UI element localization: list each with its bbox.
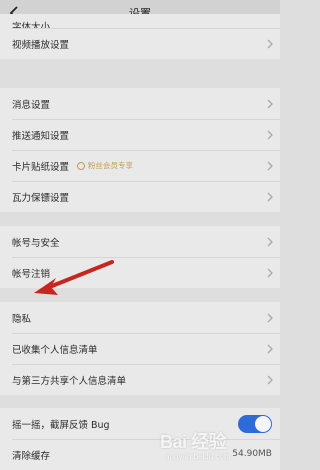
chevron-right-icon xyxy=(267,375,273,384)
settings-row-collected-info[interactable]: 已收集个人信息清单 xyxy=(0,333,280,364)
row-label: 视频播放设置 xyxy=(12,39,70,51)
watermark-url: jingyan.baidu.com xyxy=(166,452,231,461)
settings-row-account-cancel[interactable]: 帐号注销 xyxy=(0,257,280,288)
chevron-right-icon xyxy=(267,130,273,139)
watermark-brand: Bai 经验 xyxy=(160,432,227,452)
settings-group-privacy: 隐私 已收集个人信息清单 与第三方共享个人信息清单 xyxy=(0,302,280,395)
settings-row-font-size[interactable]: 字体大小 xyxy=(0,14,280,28)
row-label: 消息设置 xyxy=(12,99,51,111)
chevron-right-icon xyxy=(267,161,273,170)
settings-row-push[interactable]: 推送通知设置 xyxy=(0,119,280,150)
settings-row-message[interactable]: 消息设置 xyxy=(0,88,280,119)
chevron-right-icon xyxy=(267,39,273,48)
row-label: 已收集个人信息清单 xyxy=(12,344,98,356)
row-label: 推送通知设置 xyxy=(12,130,70,142)
settings-group-account: 帐号与安全 帐号注销 xyxy=(0,226,280,288)
row-label: 隐私 xyxy=(12,313,32,325)
settings-group-notifications: 消息设置 推送通知设置 卡片贴纸设置 粉丝会员专享 瓦力保镖设置 xyxy=(0,88,280,212)
badge-label: 粉丝会员专享 xyxy=(88,161,134,170)
row-label: 与第三方共享个人信息清单 xyxy=(12,375,127,387)
chevron-right-icon xyxy=(267,99,273,108)
chevron-right-icon xyxy=(267,237,273,246)
settings-group-display: 字体大小 视频播放设置 xyxy=(0,14,280,59)
row-label: 瓦力保镖设置 xyxy=(12,192,70,204)
watermark-logo: Bai 经验 jingyan.baidu.com xyxy=(160,428,270,468)
chevron-right-icon xyxy=(267,192,273,201)
chevron-right-icon xyxy=(267,313,273,322)
settings-row-third-party-info[interactable]: 与第三方共享个人信息清单 xyxy=(0,364,280,395)
row-label: 清除缓存 xyxy=(12,450,51,462)
settings-row-privacy[interactable]: 隐私 xyxy=(0,302,280,333)
settings-row-bodyguard[interactable]: 瓦力保镖设置 xyxy=(0,181,280,212)
crown-icon xyxy=(77,161,86,170)
member-badge: 粉丝会员专享 xyxy=(77,160,133,171)
settings-row-card-sticker[interactable]: 卡片贴纸设置 粉丝会员专享 xyxy=(0,150,280,181)
row-label: 摇一摇，截屏反馈 Bug xyxy=(12,419,110,431)
chevron-right-icon xyxy=(267,268,273,277)
row-label: 帐号与安全 xyxy=(12,237,60,249)
row-label: 字体大小 xyxy=(12,22,51,28)
row-label: 帐号注销 xyxy=(12,268,51,280)
settings-row-account-security[interactable]: 帐号与安全 xyxy=(0,226,280,257)
settings-row-video-playback[interactable]: 视频播放设置 xyxy=(0,28,280,59)
chevron-right-icon xyxy=(267,344,273,353)
row-label: 卡片贴纸设置 xyxy=(12,161,70,173)
